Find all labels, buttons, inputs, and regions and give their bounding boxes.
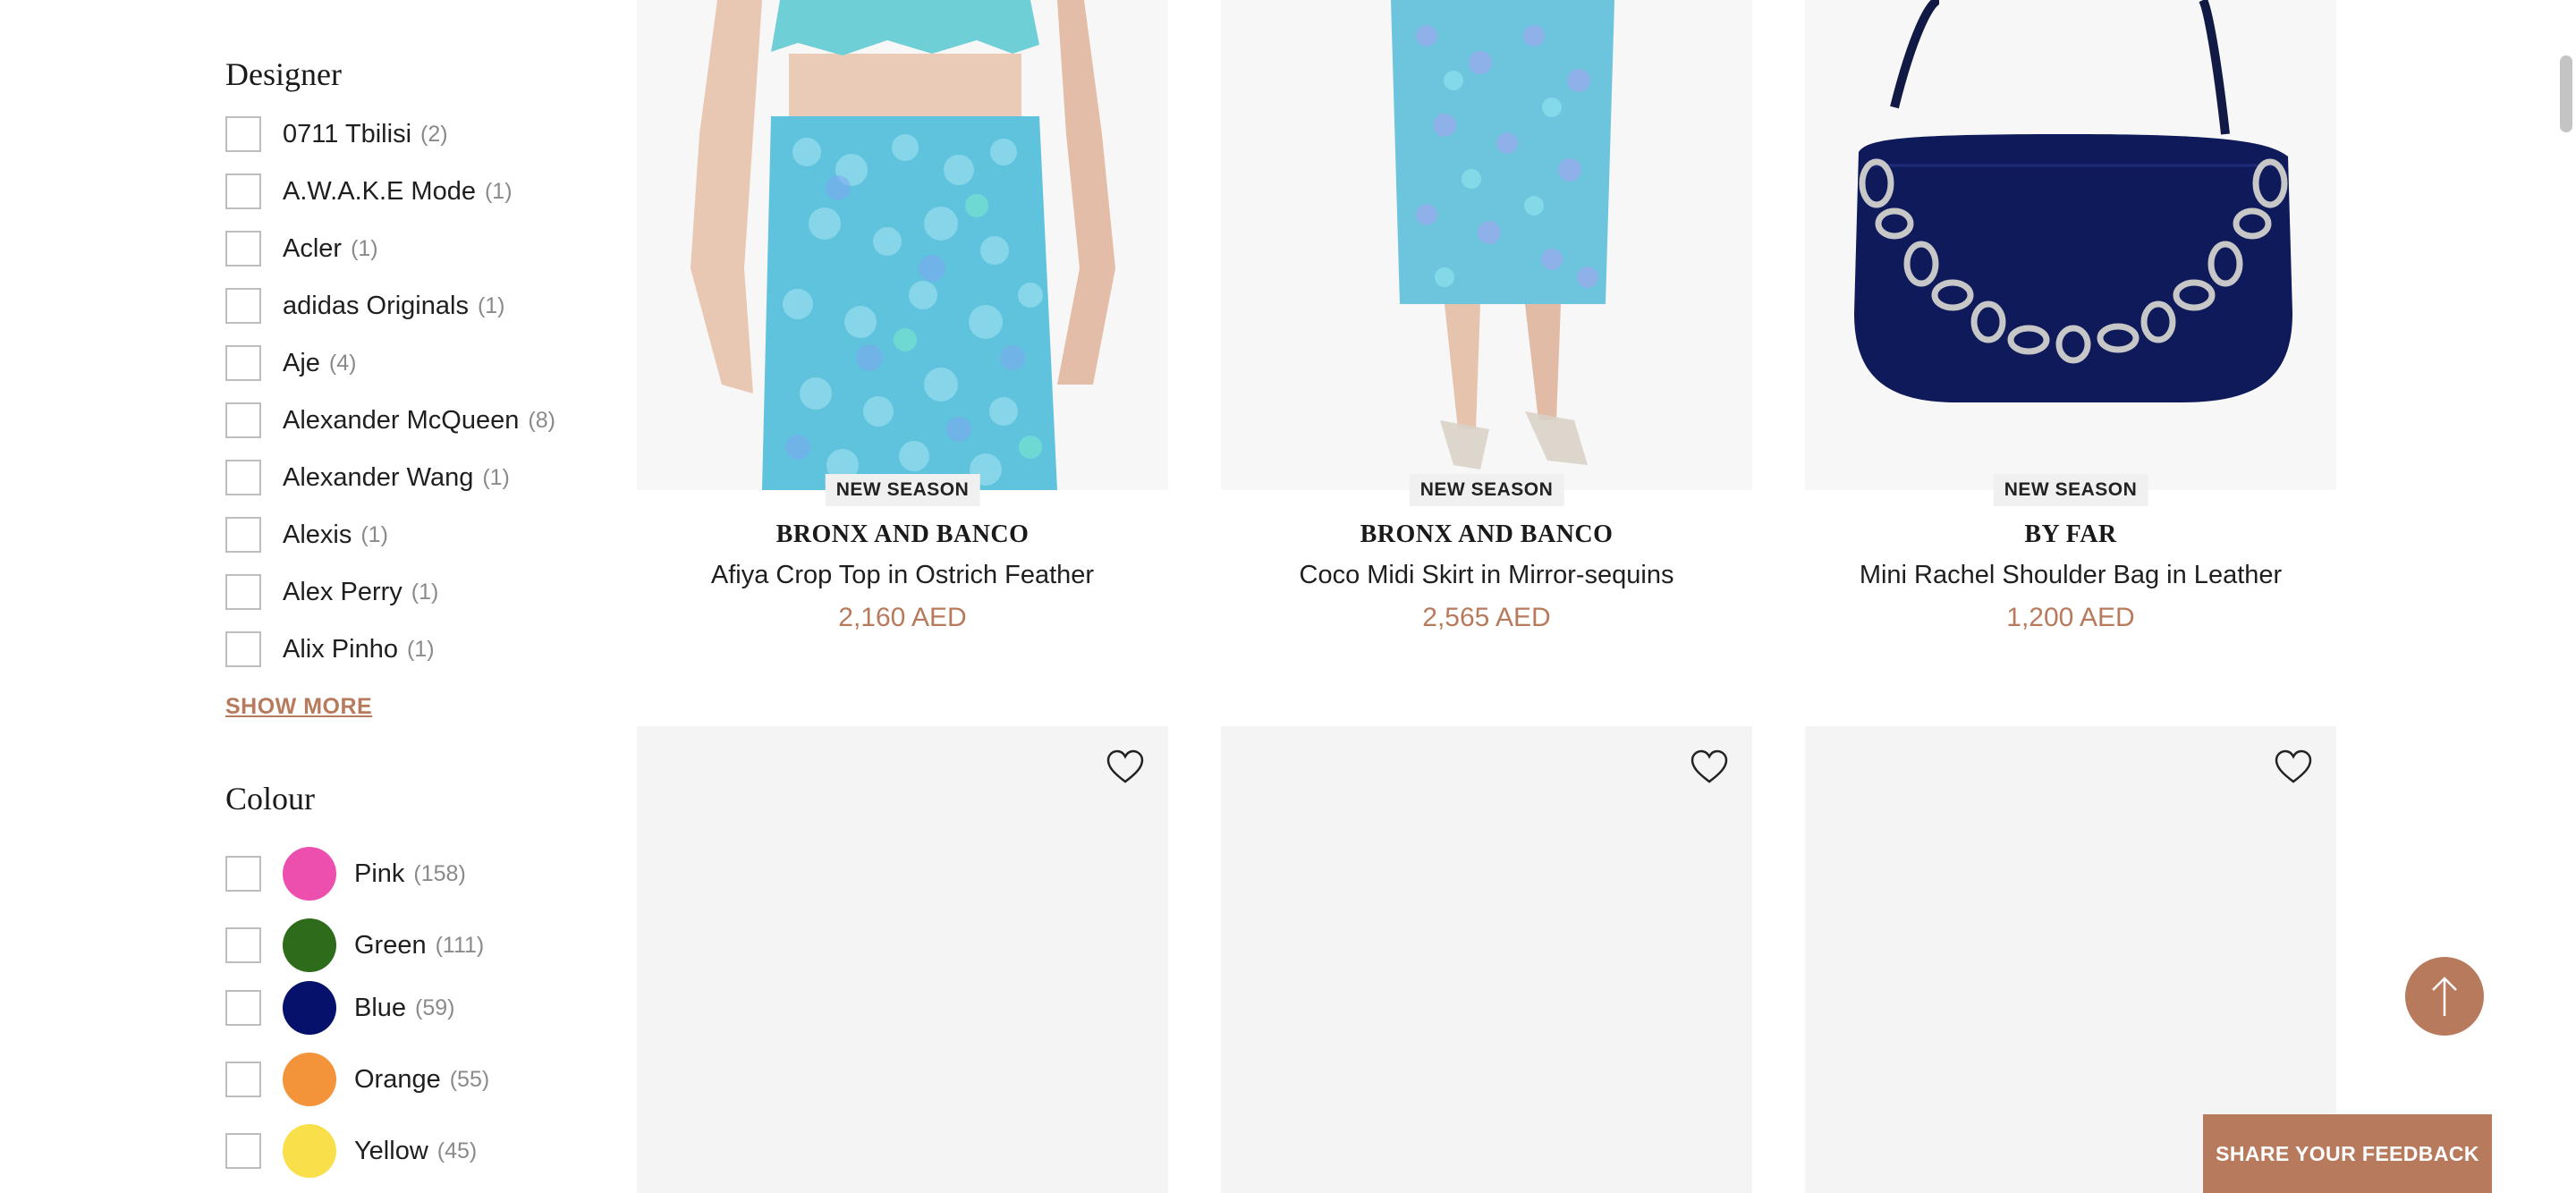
designer-option[interactable]: Aje (4) <box>225 343 356 383</box>
colour-swatch-pink <box>283 847 336 901</box>
new-season-badge: NEW SEASON <box>825 474 980 506</box>
colour-option[interactable]: Pink (158) <box>225 844 466 903</box>
product-image[interactable] <box>637 0 1168 490</box>
designer-count: (1) <box>482 464 510 490</box>
product-brand[interactable]: BRONX AND BANCO <box>637 520 1168 549</box>
heart-icon[interactable] <box>1106 748 1145 787</box>
colour-count: (55) <box>449 1066 490 1092</box>
product-image-placeholder[interactable] <box>637 726 1168 1193</box>
checkbox[interactable] <box>225 402 261 438</box>
designer-label: adidas Originals <box>283 291 469 320</box>
designer-option[interactable]: Alexander McQueen (8) <box>225 401 555 440</box>
new-season-badge: NEW SEASON <box>1409 474 1564 506</box>
heart-icon[interactable] <box>2274 748 2313 787</box>
designer-label: Acler <box>283 233 343 263</box>
product-brand[interactable]: BRONX AND BANCO <box>1221 520 1752 549</box>
colour-count: (111) <box>435 932 485 958</box>
designer-option[interactable]: adidas Originals (1) <box>225 286 505 326</box>
designer-label: Alexander McQueen <box>283 405 520 435</box>
colour-swatch-green <box>283 918 336 972</box>
product-image[interactable] <box>1221 0 1752 490</box>
checkbox[interactable] <box>225 173 261 209</box>
checkbox[interactable] <box>225 460 261 495</box>
product-brand[interactable]: BY FAR <box>1805 520 2336 549</box>
colour-label: Blue <box>354 993 407 1022</box>
product-name[interactable]: Coco Midi Skirt in Mirror-sequins <box>1221 561 1752 590</box>
product-price: 2,565 AED <box>1422 603 1551 632</box>
designer-count: (1) <box>411 579 439 605</box>
colour-count: (45) <box>436 1138 478 1163</box>
designer-label: Alix Pinho <box>283 634 398 664</box>
designer-count: (8) <box>528 407 555 433</box>
designer-label: Alexis <box>283 520 352 549</box>
shoulder-bag-image <box>1805 0 2336 490</box>
colour-swatch-yellow <box>283 1124 336 1178</box>
colour-count: (158) <box>413 860 466 886</box>
designer-option[interactable]: Alexander Wang (1) <box>225 458 510 497</box>
colour-label: Yellow <box>354 1136 428 1165</box>
checkbox[interactable] <box>225 631 261 667</box>
checkbox[interactable] <box>225 927 261 963</box>
colour-count: (59) <box>415 994 455 1020</box>
checkbox[interactable] <box>225 116 261 152</box>
sequin-skirt-image <box>637 0 1168 490</box>
show-more-link[interactable]: SHOW MORE <box>225 694 372 720</box>
checkbox[interactable] <box>225 856 261 892</box>
designer-label: Alexander Wang <box>283 462 474 492</box>
colour-label: Orange <box>354 1064 441 1094</box>
colour-swatch-orange <box>283 1053 336 1106</box>
colour-facet-title: Colour <box>225 781 316 816</box>
designer-option[interactable]: Alix Pinho (1) <box>225 630 435 669</box>
designer-label: 0711 Tbilisi <box>283 119 412 148</box>
product-price: 2,160 AED <box>838 603 967 632</box>
checkbox[interactable] <box>225 990 261 1026</box>
designer-label: A.W.A.K.E Mode <box>283 176 476 206</box>
product-name[interactable]: Afiya Crop Top in Ostrich Feather <box>637 561 1168 590</box>
checkbox[interactable] <box>225 288 261 324</box>
designer-count: (1) <box>477 292 505 318</box>
page-scrollbar[interactable] <box>2553 0 2576 1193</box>
product-image-placeholder[interactable] <box>1221 726 1752 1193</box>
product-name[interactable]: Mini Rachel Shoulder Bag in Leather <box>1805 561 2336 590</box>
new-season-badge: NEW SEASON <box>1993 474 2148 506</box>
checkbox[interactable] <box>225 231 261 267</box>
designer-label: Alex Perry <box>283 577 402 606</box>
colour-option[interactable]: Blue (59) <box>225 978 455 1037</box>
checkbox[interactable] <box>225 517 261 553</box>
designer-option[interactable]: Alexis (1) <box>225 515 388 554</box>
designer-count: (2) <box>420 121 448 147</box>
share-feedback-button[interactable]: SHARE YOUR FEEDBACK <box>2203 1114 2492 1193</box>
designer-count: (1) <box>484 178 513 204</box>
colour-option[interactable]: Green (111) <box>225 916 484 975</box>
designer-option[interactable]: Alex Perry (1) <box>225 572 438 612</box>
arrow-up-icon <box>2432 977 2457 1016</box>
designer-option[interactable]: Acler (1) <box>225 229 378 268</box>
checkbox[interactable] <box>225 574 261 610</box>
scrollbar-thumb[interactable] <box>2560 55 2572 132</box>
colour-swatch-blue <box>283 981 336 1035</box>
designer-label: Aje <box>283 348 320 377</box>
designer-facet-title: Designer <box>225 56 342 92</box>
checkbox[interactable] <box>225 1062 261 1097</box>
designer-option[interactable]: A.W.A.K.E Mode (1) <box>225 172 513 211</box>
back-to-top-button[interactable] <box>2405 957 2484 1036</box>
colour-option[interactable]: Orange (55) <box>225 1050 489 1109</box>
product-image[interactable] <box>1805 0 2336 490</box>
designer-count: (1) <box>351 235 378 261</box>
designer-option[interactable]: 0711 Tbilisi (2) <box>225 114 448 154</box>
sequin-midi-skirt-image <box>1221 0 1752 490</box>
colour-option[interactable]: Yellow (45) <box>225 1121 477 1180</box>
checkbox[interactable] <box>225 345 261 381</box>
heart-icon[interactable] <box>1690 748 1729 787</box>
designer-count: (1) <box>406 636 435 662</box>
colour-label: Green <box>354 930 427 960</box>
designer-count: (4) <box>328 350 357 376</box>
designer-count: (1) <box>360 521 388 547</box>
product-price: 1,200 AED <box>2006 603 2135 632</box>
checkbox[interactable] <box>225 1133 261 1169</box>
colour-label: Pink <box>354 859 405 888</box>
